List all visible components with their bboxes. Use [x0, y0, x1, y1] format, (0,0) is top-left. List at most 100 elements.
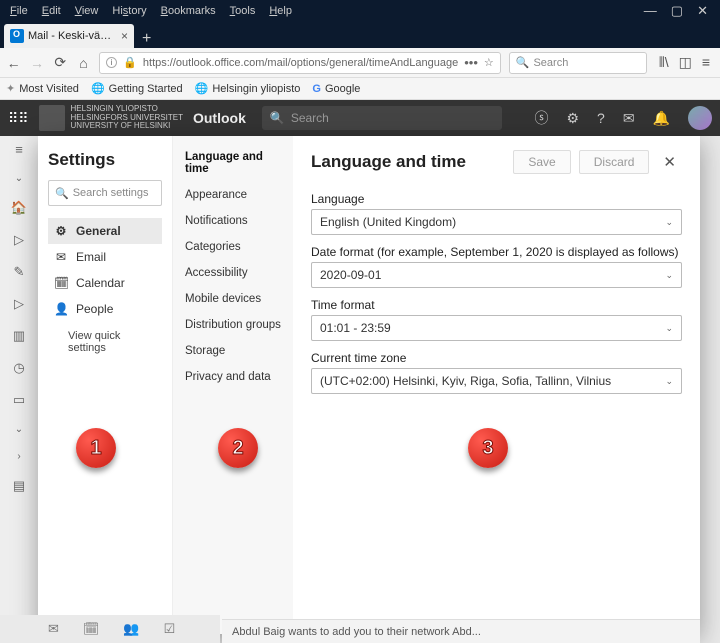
- clock-icon[interactable]: ◷: [13, 360, 24, 376]
- nav-email[interactable]: ✉Email: [48, 244, 162, 270]
- close-button[interactable]: ✕: [697, 3, 708, 19]
- bookmark-helsinki[interactable]: 🌐Helsingin yliopisto: [195, 82, 301, 95]
- sent-icon[interactable]: ▷: [14, 232, 24, 248]
- people-module-icon[interactable]: 👥: [123, 621, 139, 637]
- reload-button[interactable]: ⟳: [53, 54, 68, 71]
- chevron-down-icon: ⌄: [665, 323, 673, 334]
- sub-language-and-time[interactable]: Language and time: [173, 144, 293, 182]
- globe-icon: 🌐: [91, 82, 105, 95]
- menu-edit[interactable]: Edit: [36, 3, 67, 19]
- chevron-down-icon[interactable]: ⌄: [15, 424, 23, 435]
- timezone-label: Current time zone: [311, 351, 682, 365]
- notes-icon[interactable]: ▭: [13, 392, 25, 408]
- home-button[interactable]: ⌂: [76, 55, 91, 71]
- mail-module-icon[interactable]: ✉: [48, 621, 59, 637]
- discard-button[interactable]: Discard: [579, 150, 650, 174]
- menu-view[interactable]: View: [69, 3, 105, 19]
- archive-icon[interactable]: ▥: [13, 328, 25, 344]
- globe-icon: 🌐: [195, 82, 209, 95]
- menu-history[interactable]: History: [106, 3, 152, 19]
- settings-gear-icon[interactable]: ⚙: [566, 110, 579, 127]
- sub-storage[interactable]: Storage: [173, 338, 293, 364]
- search-placeholder: Search: [533, 57, 568, 69]
- search-icon: 🔍: [55, 187, 69, 200]
- nav-people[interactable]: 👤People: [48, 296, 162, 322]
- menu-icon[interactable]: ≡: [702, 54, 710, 71]
- outlook-search[interactable]: 🔍 Search: [262, 106, 502, 130]
- language-select[interactable]: English (United Kingdom)⌄: [311, 209, 682, 235]
- menu-file[interactable]: File: [4, 3, 34, 19]
- settings-modal: Settings 🔍 Search settings ⚙General ✉Ema…: [38, 136, 700, 634]
- nav-general[interactable]: ⚙General: [48, 218, 162, 244]
- new-tab-button[interactable]: +: [134, 30, 159, 48]
- sidebar-icon[interactable]: ◫: [679, 54, 692, 71]
- tab-close-icon[interactable]: ×: [121, 29, 128, 43]
- menubar: File Edit View History Bookmarks Tools H…: [4, 3, 298, 19]
- bookmark-most-visited[interactable]: ✦Most Visited: [6, 82, 79, 95]
- chat-icon[interactable]: ✉: [623, 110, 635, 127]
- menu-tools[interactable]: Tools: [224, 3, 262, 19]
- address-bar[interactable]: i 🔒 https://outlook.office.com/mail/opti…: [99, 52, 501, 74]
- drafts-icon[interactable]: ✎: [14, 264, 25, 280]
- settings-detail-panel: Language and time Save Discard ✕ Languag…: [293, 136, 700, 634]
- settings-search[interactable]: 🔍 Search settings: [48, 180, 162, 206]
- notifications-bell-icon[interactable]: 🔔: [653, 110, 670, 127]
- chevron-right-icon[interactable]: ›: [17, 451, 20, 462]
- time-format-select[interactable]: 01:01 - 23:59⌄: [311, 315, 682, 341]
- chevron-down-icon: ⌄: [665, 270, 673, 281]
- annotation-badge-3: 3: [468, 428, 508, 468]
- sub-accessibility[interactable]: Accessibility: [173, 260, 293, 286]
- bookmark-getting-started[interactable]: 🌐Getting Started: [91, 82, 183, 95]
- app-launcher-icon[interactable]: ⠿⠿: [8, 110, 29, 127]
- skype-icon[interactable]: ⓢ: [534, 108, 548, 128]
- mail-leftrail: ≡ ⌄ 🏠 ▷ ✎ ▷ ▥ ◷ ▭ ⌄ › ▤: [0, 136, 38, 643]
- library-icon[interactable]: ⫴\: [659, 54, 669, 71]
- url-text: https://outlook.office.com/mail/options/…: [143, 57, 458, 69]
- timezone-select[interactable]: (UTC+02:00) Helsinki, Kyiv, Riga, Sofia,…: [311, 368, 682, 394]
- nav-calendar[interactable]: 🗓Calendar: [48, 270, 162, 296]
- tasks-module-icon[interactable]: ☑: [164, 621, 176, 637]
- app-name[interactable]: Outlook: [193, 110, 246, 126]
- hamburger-icon[interactable]: ≡: [15, 142, 23, 157]
- browser-search[interactable]: 🔍 Search: [509, 52, 647, 74]
- help-icon[interactable]: ?: [597, 110, 605, 126]
- sent-icon[interactable]: ▷: [14, 296, 24, 312]
- message-preview[interactable]: Abdul Baig wants to add you to their net…: [222, 619, 700, 643]
- language-label: Language: [311, 192, 682, 206]
- sub-appearance[interactable]: Appearance: [173, 182, 293, 208]
- close-panel-icon[interactable]: ✕: [657, 153, 682, 171]
- maximize-button[interactable]: ▢: [671, 3, 683, 19]
- view-quick-settings[interactable]: View quick settings: [48, 322, 162, 354]
- bookmark-star-icon[interactable]: ☆: [484, 56, 494, 69]
- avatar[interactable]: [688, 106, 712, 130]
- menu-help[interactable]: Help: [263, 3, 298, 19]
- chevron-down-icon[interactable]: ⌄: [15, 173, 23, 184]
- browser-tab[interactable]: Mail - Keski-vääntö, Raimo - O ×: [4, 24, 134, 48]
- settings-sub-column: Language and time Appearance Notificatio…: [173, 136, 293, 634]
- info-icon[interactable]: i: [106, 57, 117, 68]
- forward-button[interactable]: →: [29, 55, 44, 71]
- sub-privacy-and-data[interactable]: Privacy and data: [173, 364, 293, 390]
- back-button[interactable]: ←: [6, 55, 21, 71]
- bookmark-google[interactable]: GGoogle: [312, 83, 360, 95]
- lock-icon: 🔒: [123, 56, 137, 69]
- chevron-down-icon: ⌄: [665, 217, 673, 228]
- star-icon: ✦: [6, 82, 15, 95]
- inbox-icon[interactable]: 🏠: [11, 200, 27, 216]
- browser-navbar: ← → ⟳ ⌂ i 🔒 https://outlook.office.com/m…: [0, 48, 720, 78]
- minimize-button[interactable]: —: [644, 3, 657, 19]
- google-icon: G: [312, 83, 321, 95]
- sub-mobile-devices[interactable]: Mobile devices: [173, 286, 293, 312]
- content-area: ≡ ⌄ 🏠 ▷ ✎ ▷ ▥ ◷ ▭ ⌄ › ▤ Settings 🔍 Searc…: [0, 136, 720, 643]
- sub-notifications[interactable]: Notifications: [173, 208, 293, 234]
- window-titlebar: File Edit View History Bookmarks Tools H…: [0, 0, 720, 22]
- calendar-icon: 🗓: [54, 276, 68, 290]
- save-button[interactable]: Save: [513, 150, 570, 174]
- sub-categories[interactable]: Categories: [173, 234, 293, 260]
- page-actions-icon[interactable]: •••: [464, 55, 478, 70]
- calendar-module-icon[interactable]: 🗓: [83, 621, 100, 637]
- menu-bookmarks[interactable]: Bookmarks: [155, 3, 222, 19]
- sub-distribution-groups[interactable]: Distribution groups: [173, 312, 293, 338]
- date-format-select[interactable]: 2020-09-01⌄: [311, 262, 682, 288]
- rss-icon[interactable]: ▤: [13, 478, 25, 494]
